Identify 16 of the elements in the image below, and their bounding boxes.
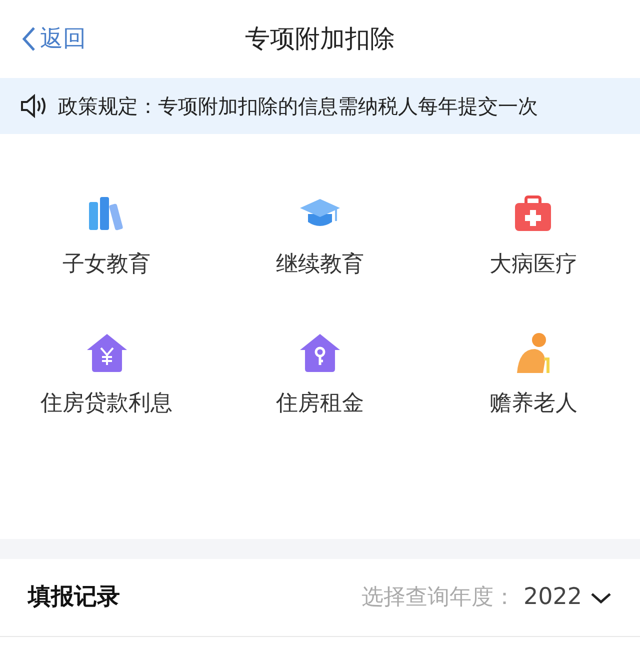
category-item[interactable]: 继续教育: [213, 192, 427, 281]
house-key-icon: [298, 331, 342, 375]
category-item[interactable]: 赡养老人: [426, 331, 640, 420]
category-item[interactable]: 住房贷款利息: [0, 331, 214, 420]
notice-text: 政策规定：专项附加扣除的信息需纳税人每年提交一次: [58, 93, 538, 120]
category-item[interactable]: 住房租金: [213, 331, 427, 420]
category-item[interactable]: 子女教育: [0, 192, 214, 281]
category-item[interactable]: 大病医疗: [426, 192, 640, 281]
section-title: 填报记录: [28, 583, 120, 612]
speaker-icon: [20, 94, 48, 118]
chevron-down-icon: [590, 592, 612, 604]
back-button[interactable]: 返回: [22, 22, 86, 56]
house-yen-icon: [84, 331, 129, 375]
chevron-left-icon: [22, 26, 36, 52]
page-title: 专项附加扣除: [245, 23, 395, 56]
year-selector[interactable]: 选择查询年度： 2022: [361, 580, 612, 615]
